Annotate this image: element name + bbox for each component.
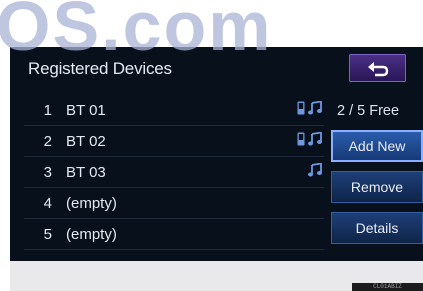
phone-icon <box>297 132 305 146</box>
screen-title: Registered Devices <box>28 59 172 78</box>
device-number: 1 <box>43 101 52 119</box>
return-arrow-icon <box>367 62 388 77</box>
free-slots-count: 2 / 5 Free <box>337 103 400 119</box>
figure-code-label: CL01ABIZ <box>352 283 423 291</box>
device-row-1[interactable]: 1 BT 01 <box>24 95 324 126</box>
music-note-icon <box>308 101 322 115</box>
registered-devices-screen: Registered Devices 1 BT 01 2 BT 02 3 BT <box>10 47 423 261</box>
device-list: 1 BT 01 2 BT 02 3 BT 03 4 (empty) 5 (emp… <box>24 95 324 250</box>
device-row-2[interactable]: 2 BT 02 <box>24 126 324 157</box>
device-row-5[interactable]: 5 (empty) <box>24 219 324 250</box>
device-name: (empty) <box>66 194 117 212</box>
music-note-icon <box>308 132 322 146</box>
device-name: BT 02 <box>66 132 106 150</box>
device-number: 4 <box>43 194 52 212</box>
back-button[interactable] <box>349 54 406 82</box>
device-number: 2 <box>43 132 52 150</box>
remove-button[interactable]: Remove <box>331 171 423 203</box>
device-name: (empty) <box>66 225 117 243</box>
device-name: BT 01 <box>66 101 106 119</box>
device-number: 5 <box>43 225 52 243</box>
device-row-4[interactable]: 4 (empty) <box>24 188 324 219</box>
details-button[interactable]: Details <box>331 212 423 244</box>
device-name: BT 03 <box>66 163 106 181</box>
device-number: 3 <box>43 163 52 181</box>
device-row-3[interactable]: 3 BT 03 <box>24 157 324 188</box>
add-new-button[interactable]: Add New <box>331 130 423 162</box>
phone-icon <box>297 101 305 115</box>
music-note-icon <box>308 163 322 177</box>
